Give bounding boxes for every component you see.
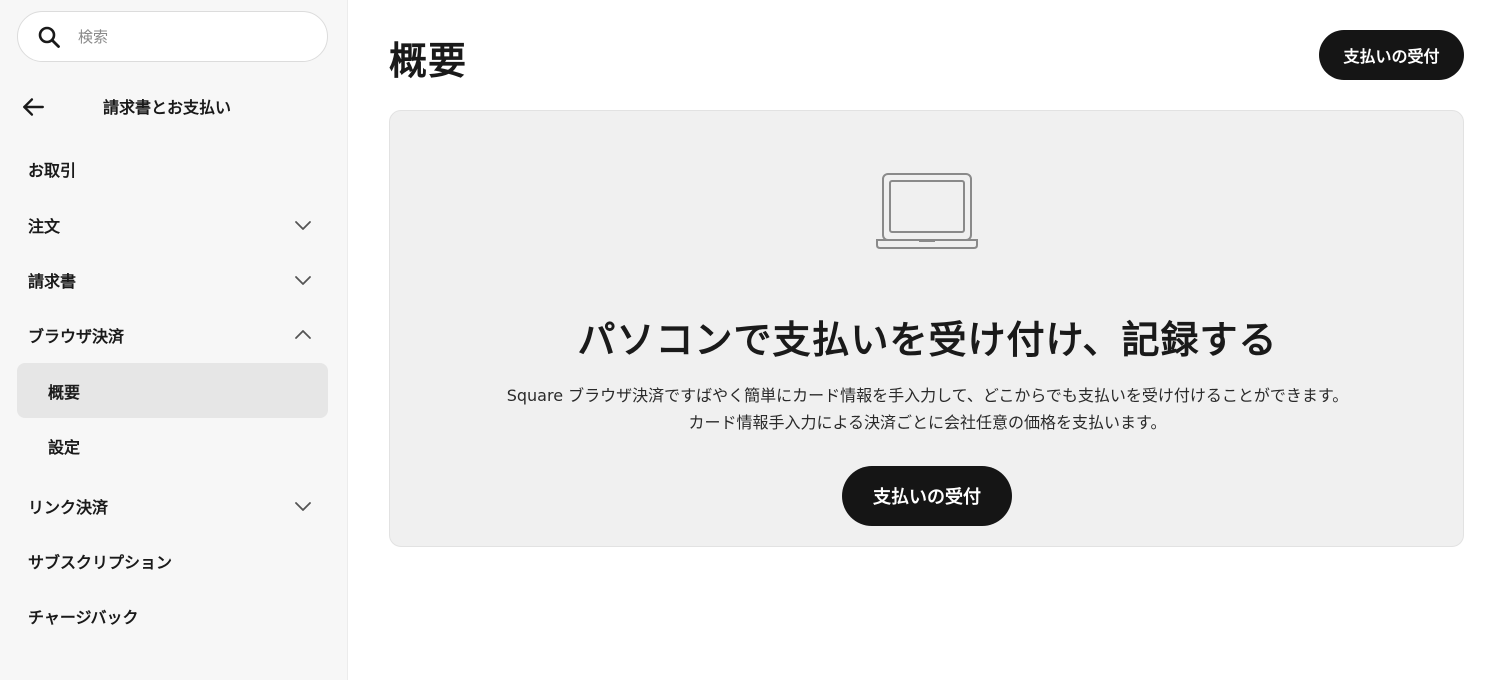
sidebar-subitem-label: 概要: [48, 382, 81, 402]
sidebar-item-label: ブラウザ決済: [28, 326, 125, 346]
chevron-down-icon: [295, 275, 311, 285]
sidebar-item-label: お取引: [28, 160, 77, 180]
sidebar-item-chargebacks[interactable]: チャージバック: [0, 588, 348, 643]
laptop-icon: [876, 173, 978, 249]
card-description: Square ブラウザ決済ですばやく簡単にカード情報を手入力して、どこからでも支…: [390, 382, 1465, 436]
back-row: 請求書とお支払い: [0, 80, 348, 132]
sidebar-item-orders[interactable]: 注文: [0, 197, 348, 252]
sidebar-item-label: リンク決済: [28, 497, 109, 517]
app: 請求書とお支払い お取引 注文 請求書 ブラウザ決済 概要: [0, 0, 1500, 680]
card-description-line: カード情報手入力による決済ごとに会社任意の価格を支払います。: [688, 413, 1167, 432]
chevron-down-icon: [295, 501, 311, 511]
sidebar-item-browser-payments[interactable]: ブラウザ決済: [0, 307, 348, 362]
search-input[interactable]: [78, 22, 308, 52]
sidebar-subitem-label: 設定: [48, 437, 81, 457]
search-box[interactable]: [17, 11, 328, 62]
page-title: 概要: [389, 39, 468, 83]
sidebar-item-label: チャージバック: [28, 607, 139, 627]
chevron-up-icon: [295, 329, 311, 339]
accept-payment-header-button[interactable]: 支払いの受付: [1319, 30, 1464, 80]
card-description-line: Square ブラウザ決済ですばやく簡単にカード情報を手入力して、どこからでも支…: [506, 386, 1349, 405]
sidebar-item-label: 請求書: [28, 271, 77, 291]
section-title: 請求書とお支払い: [103, 98, 232, 117]
sidebar-item-label: サブスクリプション: [28, 552, 173, 572]
sidebar-subitem-overview[interactable]: 概要: [17, 363, 328, 418]
sidebar: 請求書とお支払い お取引 注文 請求書 ブラウザ決済 概要: [0, 0, 348, 680]
card-title: パソコンで支払いを受け付け、記録する: [577, 318, 1278, 362]
sidebar-item-transactions[interactable]: お取引: [0, 141, 348, 196]
sidebar-subitem-settings[interactable]: 設定: [17, 418, 328, 473]
sidebar-item-label: 注文: [28, 216, 61, 236]
sidebar-item-invoices[interactable]: 請求書: [0, 252, 348, 307]
search-icon: [38, 26, 60, 48]
sidebar-item-subscriptions[interactable]: サブスクリプション: [0, 533, 348, 588]
chevron-down-icon: [295, 220, 311, 230]
back-arrow-icon[interactable]: [20, 94, 46, 120]
empty-state-card: パソコンで支払いを受け付け、記録する Square ブラウザ決済ですばやく簡単に…: [389, 110, 1464, 547]
accept-payment-button[interactable]: 支払いの受付: [842, 466, 1012, 526]
sidebar-item-link-payments[interactable]: リンク決済: [0, 478, 348, 533]
